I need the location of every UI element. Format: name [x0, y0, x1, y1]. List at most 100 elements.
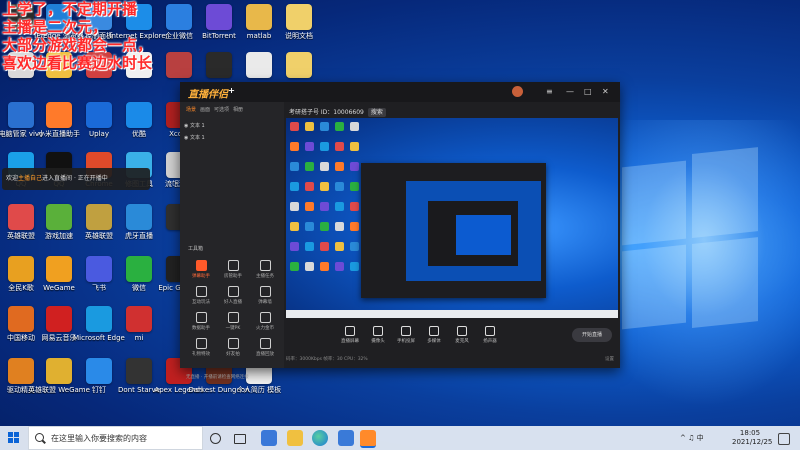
notification-icon[interactable] [778, 433, 790, 445]
left-panel: 场景 画面 可选项 相册 ◉ 文本 1 ◉ 文本 1 工具箱 弹幕助手 房管助手 主播任务… [180, 102, 284, 380]
recursive-window-3 [428, 201, 518, 266]
tool-icon [227, 260, 239, 271]
tool-icon [259, 286, 271, 297]
preview-desktop-icon [350, 242, 359, 251]
tool-icon [259, 312, 271, 323]
tool-label: 好人直播 [224, 300, 242, 305]
tool-label: 一键PK [225, 326, 241, 331]
tab-album[interactable]: 相册 [233, 107, 243, 113]
minimize-button[interactable]: — [566, 87, 574, 96]
preview-desktop-icon [290, 142, 299, 151]
control-icon [345, 326, 355, 336]
tool-label: 弹幕墙 [258, 300, 272, 305]
file-explorer-icon[interactable] [287, 430, 303, 446]
status-stats: 码率：3000Kbps 帧率：30 CPU：32% [286, 357, 368, 362]
tool-icon [195, 312, 207, 323]
toolbox-item[interactable]: 房管助手 [218, 260, 248, 279]
system-tray[interactable]: ^ ♫ 中 [680, 426, 704, 450]
toolbox-item[interactable]: 好友拍 [218, 338, 248, 357]
edge-icon[interactable] [312, 430, 328, 446]
settings-link[interactable]: 设置 [605, 354, 614, 366]
toolbox-item[interactable]: 互动玩法 [186, 286, 216, 305]
toolbox-item[interactable]: 数据助手 [186, 312, 216, 331]
source-control-button[interactable]: 直播屏幕 [336, 326, 364, 344]
tool-label: 礼物特效 [192, 352, 210, 357]
app-icon [286, 52, 312, 78]
desktop-icon-label: 说明文档 [285, 32, 313, 40]
toolbox-item[interactable]: 弹幕助手 [186, 260, 216, 279]
toolbox-item[interactable]: 礼物特效 [186, 338, 216, 357]
recursive-window-1 [361, 163, 546, 298]
cortana-icon[interactable] [210, 433, 221, 444]
tool-icon [227, 338, 239, 349]
avatar[interactable] [512, 86, 523, 97]
clock[interactable]: 18:05 2021/12/25 [732, 429, 772, 447]
desktop-icon[interactable] [268, 52, 330, 80]
tool-label: 主播任务 [256, 274, 274, 279]
maximize-button[interactable]: □ [584, 87, 592, 96]
source-control-button[interactable]: 多媒体 [420, 326, 448, 344]
preview-desktop-icon [350, 122, 359, 131]
status-bar: 码率：3000Kbps 帧率：30 CPU：32% 设置 [286, 354, 618, 366]
preview-desktop-icon [350, 182, 359, 191]
app-brand-name: 直播伴侣 [188, 89, 228, 101]
toolbox-item[interactable]: 火力金币 [250, 312, 280, 331]
room-id: 考研搭子号 ID：10006609 [289, 109, 364, 116]
room-search-tag[interactable]: 搜索 [367, 108, 386, 117]
taskbar-search-box[interactable]: 在这里输入你要搜索的内容 [28, 426, 203, 450]
tool-label: 弹幕助手 [192, 274, 210, 279]
overlay-line: 上学了，不定期开播 [2, 0, 138, 18]
windows-start-button[interactable] [8, 432, 20, 444]
scene-tabs: 场景 画面 可选项 相册 [186, 106, 247, 113]
notice-rest: 进入直播间 · 正在开播中 [42, 175, 108, 182]
menu-icon[interactable]: ≡ [546, 87, 553, 96]
toolbox-item[interactable]: 一键PK [218, 312, 248, 331]
desktop-icon[interactable]: mi [108, 306, 170, 342]
tab-options[interactable]: 可选项 [214, 107, 229, 113]
toolbox-item[interactable]: 好人直播 [218, 286, 248, 305]
recursive-window-4 [456, 215, 511, 255]
preview-desktop-icon [350, 162, 359, 171]
preview-desktop-icon [290, 262, 299, 271]
notice-user: 主播自己 [18, 175, 43, 182]
source-control-button[interactable]: 摄像头 [364, 326, 392, 344]
toolbox-item[interactable]: 主播任务 [250, 260, 280, 279]
livestream-companion-window[interactable]: 直播伴侣+ ≡ — □ ✕ 考研搭子号 ID：10006609 搜索 场景 画面 可选… [180, 82, 620, 380]
app-icon [286, 4, 312, 30]
title-bar: 直播伴侣+ ≡ — □ ✕ [180, 82, 620, 102]
notice-prefix: 欢迎 [6, 175, 19, 182]
app-brand-sup: + [228, 85, 235, 95]
preview-desktop-icon [305, 242, 314, 251]
source-control-button[interactable]: 扬声器 [476, 326, 504, 344]
scene-item[interactable]: ◉ 文本 1 [184, 134, 205, 141]
scene-item[interactable]: ◉ 文本 1 [184, 122, 205, 129]
toolbox-title: 工具箱 [188, 246, 204, 252]
control-label: 多媒体 [427, 339, 441, 344]
desktop-icon[interactable]: 说明文档 [268, 4, 330, 40]
toolbox-item[interactable]: 直播回放 [250, 338, 280, 357]
preview-desktop-icon [335, 162, 344, 171]
preview-desktop-icon [335, 262, 344, 271]
tool-label: 火力金币 [256, 326, 274, 331]
tool-icon [195, 286, 207, 297]
source-control-button[interactable]: 麦克风 [448, 326, 476, 344]
app-icon[interactable] [261, 430, 277, 446]
tool-label: 好友拍 [226, 352, 240, 357]
control-label: 手机投屏 [397, 339, 415, 344]
close-button[interactable]: ✕ [602, 87, 609, 96]
preview-desktop-icon [305, 262, 314, 271]
go-live-button[interactable]: 开始直播 [572, 328, 612, 342]
tab-canvas[interactable]: 画面 [200, 107, 210, 113]
control-label: 麦克风 [455, 339, 469, 344]
taskbar: 在这里输入你要搜索的内容 ^ ♫ 中 18:05 2021/12/25 [0, 426, 800, 450]
toolbox-item[interactable]: 弹幕墙 [250, 286, 280, 305]
source-controls: 直播屏幕 摄像头 手机投屏 多媒体 麦克风 扬声器 [286, 322, 618, 348]
store-icon[interactable] [338, 430, 354, 446]
tab-scene[interactable]: 场景 [186, 107, 196, 113]
source-control-button[interactable]: 手机投屏 [392, 326, 420, 344]
livestream-app-icon[interactable] [360, 430, 376, 448]
tool-icon [259, 260, 271, 271]
task-view-icon[interactable] [234, 434, 246, 444]
preview-desktop-icon [320, 142, 329, 151]
clock-time: 18:05 [739, 429, 761, 437]
